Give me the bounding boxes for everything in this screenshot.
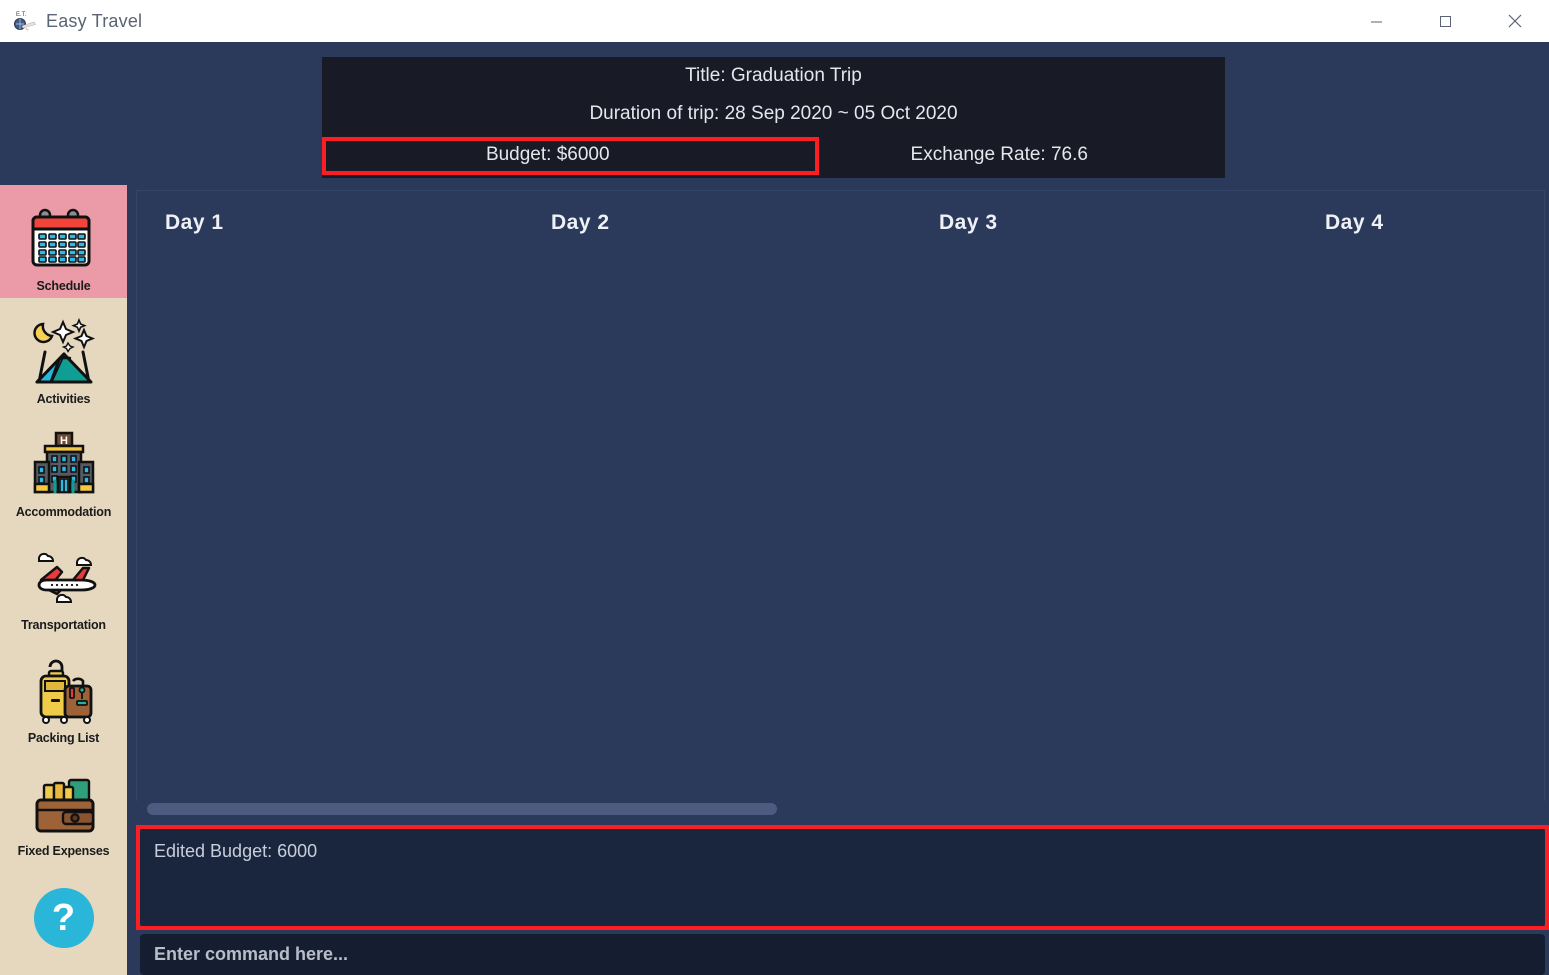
trip-duration: Duration of trip: 28 Sep 2020 ~ 05 Oct 2… bbox=[589, 103, 958, 124]
console-output-text: Edited Budget: 6000 bbox=[154, 841, 318, 861]
sidebar-item-activities[interactable]: Activities bbox=[0, 298, 127, 411]
close-icon bbox=[1508, 14, 1521, 28]
sidebar-item-schedule[interactable]: Schedule bbox=[0, 185, 127, 298]
command-input[interactable]: Enter command here... bbox=[140, 934, 1545, 975]
globe-plane-icon: E.T. bbox=[12, 8, 38, 34]
sidebar: Schedule Activities H Accommodation Tran… bbox=[0, 185, 127, 975]
sidebar-item-label: Packing List bbox=[27, 731, 100, 745]
minimize-icon bbox=[1371, 21, 1382, 22]
help-button-wrapper: ? bbox=[0, 863, 127, 973]
sidebar-item-label: Transportation bbox=[21, 618, 106, 632]
console-output-panel: Edited Budget: 6000 bbox=[140, 829, 1545, 926]
sidebar-item-transportation[interactable]: Transportation bbox=[0, 524, 127, 637]
scrollbar-thumb[interactable] bbox=[147, 803, 777, 815]
command-input-placeholder: Enter command here... bbox=[154, 944, 349, 964]
trip-title: Title: Graduation Trip bbox=[685, 65, 862, 86]
sidebar-item-label: Fixed Expenses bbox=[17, 844, 110, 858]
day-column-header-4[interactable]: Day 4 bbox=[1325, 211, 1384, 235]
help-button[interactable]: ? bbox=[33, 888, 94, 948]
maximize-button[interactable] bbox=[1411, 0, 1480, 42]
sidebar-item-label: Accommodation bbox=[15, 505, 112, 519]
maximize-icon bbox=[1440, 15, 1451, 27]
title-bar: E.T. Easy Travel bbox=[0, 0, 1549, 42]
airplane-icon bbox=[27, 542, 101, 616]
window-controls bbox=[1342, 0, 1549, 42]
horizontal-scrollbar[interactable] bbox=[136, 801, 1545, 817]
sidebar-item-fixed-expenses[interactable]: Fixed Expenses bbox=[0, 750, 127, 863]
sidebar-item-label: Activities bbox=[36, 392, 91, 406]
wallet-money-icon bbox=[27, 768, 101, 842]
window-title: Easy Travel bbox=[46, 10, 143, 31]
sidebar-item-label: Schedule bbox=[36, 279, 91, 293]
trip-exchange-rate[interactable]: Exchange Rate: 76.6 bbox=[774, 133, 1226, 177]
day-column-header-2[interactable]: Day 2 bbox=[551, 211, 610, 235]
luggage-icon bbox=[27, 655, 101, 729]
sidebar-item-packing-list[interactable]: Packing List bbox=[0, 637, 127, 750]
schedule-grid: Day 1 Day 2 Day 3 Day 4 bbox=[136, 190, 1545, 815]
svg-text:E.T.: E.T. bbox=[16, 12, 27, 18]
hotel-icon: H bbox=[27, 429, 101, 503]
close-button[interactable] bbox=[1480, 0, 1549, 42]
trip-figures-row: Budget: $6000 Exchange Rate: 76.6 bbox=[322, 133, 1225, 177]
trip-budget[interactable]: Budget: $6000 bbox=[322, 133, 774, 177]
trip-summary-panel: Title: Graduation Trip Duration of trip:… bbox=[322, 57, 1225, 178]
sidebar-item-accommodation[interactable]: H Accommodation bbox=[0, 411, 127, 524]
day-header-row: Day 1 Day 2 Day 3 Day 4 bbox=[137, 191, 1544, 271]
minimize-button[interactable] bbox=[1342, 0, 1411, 42]
calendar-icon bbox=[27, 203, 101, 277]
day-column-header-1[interactable]: Day 1 bbox=[165, 211, 224, 235]
tent-night-icon bbox=[27, 316, 101, 390]
day-column-header-3[interactable]: Day 3 bbox=[939, 211, 998, 235]
